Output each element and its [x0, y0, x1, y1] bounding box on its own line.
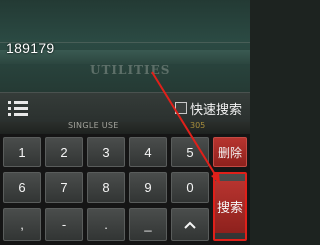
search-input[interactable]: 189179 [0, 30, 250, 66]
quick-search-toggle[interactable]: 快速搜索 [174, 99, 242, 118]
key-underscore[interactable]: _ [129, 208, 167, 241]
background-strip-text: SINGLE USE [68, 121, 119, 130]
key-period[interactable]: . [87, 208, 125, 241]
key-0[interactable]: 0 [171, 172, 209, 203]
key-7[interactable]: 7 [45, 172, 83, 203]
quick-search-checkbox[interactable] [174, 102, 187, 114]
key-2[interactable]: 2 [45, 137, 83, 167]
search-button-face: 搜索 [215, 180, 245, 233]
key-4[interactable]: 4 [129, 137, 167, 167]
search-button[interactable]: 搜索 [213, 172, 247, 241]
search-button-label: 搜索 [216, 200, 243, 215]
shift-up-button[interactable] [171, 208, 209, 241]
key-3[interactable]: 3 [87, 137, 125, 167]
key-comma[interactable]: , [3, 208, 41, 241]
menu-list-icon[interactable] [8, 99, 30, 117]
chevron-up-icon [184, 221, 196, 229]
key-1[interactable]: 1 [3, 137, 41, 167]
key-9[interactable]: 9 [129, 172, 167, 203]
key-5[interactable]: 5 [171, 137, 209, 167]
delete-button[interactable]: 删除 [213, 137, 247, 167]
key-8[interactable]: 8 [87, 172, 125, 203]
keyboard-toolbar: 快速搜索 [0, 92, 250, 123]
background-strip: SINGLE USE 305 [0, 121, 250, 134]
number-keypad: 1 2 3 4 5 删除 6 7 8 9 0 , - . _ 搜索 [0, 134, 250, 245]
quick-search-label: 快速搜索 [189, 102, 242, 118]
key-6[interactable]: 6 [3, 172, 41, 203]
background-strip-value: 305 [190, 121, 206, 130]
key-hyphen[interactable]: - [45, 208, 83, 241]
search-input-value: 189179 [6, 40, 55, 56]
